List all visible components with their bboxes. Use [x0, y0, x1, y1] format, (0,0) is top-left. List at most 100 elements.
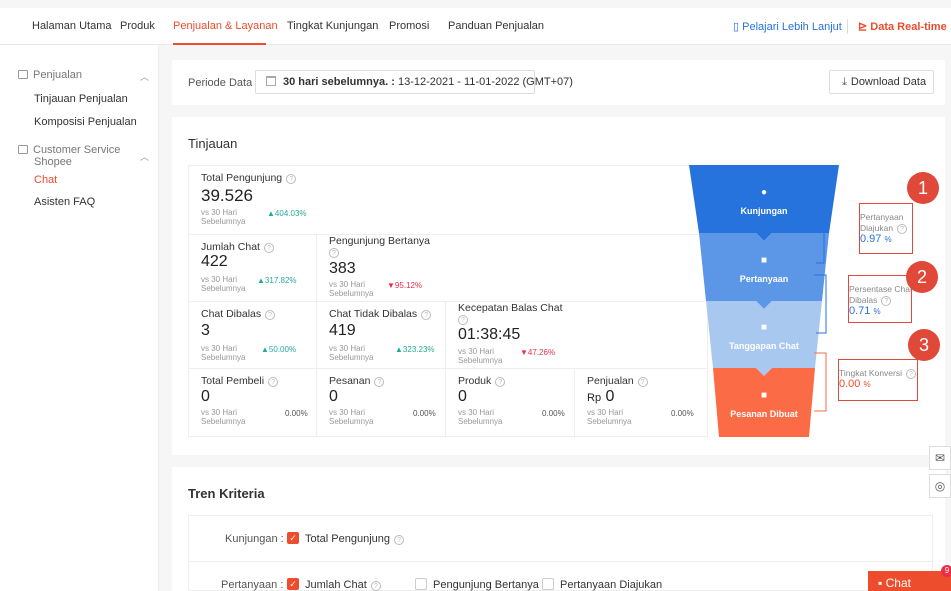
help-icon[interactable]: ? — [370, 581, 381, 591]
metric-value: 3 — [201, 322, 210, 339]
trend-row-pertanyaan: Pertanyaan : ✓ Jumlah Chat? Pengunjung B… — [189, 562, 932, 591]
help-icon[interactable]: ? — [268, 377, 279, 387]
currency-label: Rp — [587, 392, 602, 404]
help-icon[interactable]: ? — [265, 310, 276, 320]
metrics-row-4: Total Pembeli? 0 vs 30 Hari Sebelumnya 0… — [189, 369, 707, 437]
metric-label-text: Chat Dibalas — [201, 308, 262, 320]
metric-value: Rp 0 — [587, 388, 614, 406]
metric-label-text: Penjualan — [587, 375, 634, 387]
metric-label: Total Pembeli? — [201, 375, 279, 387]
learn-more-link[interactable]: ▯ Pelajari Lebih Lanjut — [733, 20, 842, 33]
metric-total-pengunjung: Total Pengunjung? 39.526 vs 30 Hari Sebe… — [189, 166, 329, 235]
highlight-box-3 — [838, 359, 918, 401]
overview-card: Tinjauan Total Pengunjung? 39.526 vs 30 … — [172, 117, 945, 455]
period-range-bold: 30 hari sebelumnya. : — [283, 76, 395, 88]
checkbox-label: Pertanyaan Diajukan — [560, 579, 663, 591]
download-data-button[interactable]: ⤓ Download Data — [829, 70, 934, 94]
chevron-up-icon[interactable]: ︿ — [140, 70, 149, 83]
callout-badge-2: 2 — [906, 261, 938, 293]
metric-label: Produk? — [458, 375, 506, 387]
trend-title: Tren Kriteria — [188, 486, 265, 501]
sidebar-item-komposisi[interactable]: Komposisi Penjualan — [34, 116, 137, 128]
help-icon[interactable]: ? — [458, 315, 468, 325]
chat-button[interactable]: ▪ Chat — [868, 571, 951, 591]
help-icon[interactable]: ? — [637, 377, 648, 387]
nav-produk[interactable]: Produk — [120, 20, 155, 32]
nav-penjualan-layanan[interactable]: Penjualan & Layanan — [173, 20, 278, 32]
metric-change: 0.00% — [285, 409, 308, 418]
metric-label-text: Kecepatan Balas Chat — [458, 302, 563, 314]
nav-tingkat-kunjungan[interactable]: Tingkat Kunjungan — [287, 20, 378, 32]
metric-vs-label: vs 30 Hari Sebelumnya — [329, 280, 374, 298]
help-icon[interactable]: ? — [263, 243, 274, 253]
funnel-stage-label: Pertanyaan — [739, 274, 789, 284]
metric-pesanan: Pesanan? 0 vs 30 Hari Sebelumnya 0.00% — [317, 369, 446, 437]
metrics-row-3: Chat Dibalas? 3 vs 30 Hari Sebelumnya ▲5… — [189, 302, 707, 369]
floating-support-button[interactable]: ◎ — [929, 474, 951, 498]
metric-value: 0 — [458, 388, 467, 405]
metrics-row-1: Total Pengunjung? 39.526 vs 30 Hari Sebe… — [189, 166, 707, 235]
metric-value: 39.526 — [201, 186, 253, 205]
sidebar-item-asisten-faq[interactable]: Asisten FAQ — [34, 196, 95, 208]
trend-criteria-box: Kunjungan : ✓ Total Pengunjung? Pertanya… — [188, 515, 933, 591]
funnel-stage-label: Tanggapan Chat — [729, 341, 799, 351]
highlight-box-2 — [848, 275, 912, 323]
help-icon[interactable]: ? — [394, 535, 405, 545]
metric-value: 422 — [201, 253, 228, 270]
realtime-data-link[interactable]: ⊵ Data Real-time — [858, 20, 947, 33]
sidebar-group-label: Customer Service — [33, 144, 121, 156]
connector-line — [814, 352, 827, 412]
nav-halaman-utama[interactable]: Halaman Utama — [32, 20, 111, 32]
download-label: Download Data — [850, 76, 927, 88]
metric-change: ▲404.03% — [267, 209, 307, 218]
sidebar-group-label: Penjualan — [33, 69, 82, 81]
calendar-icon — [266, 76, 276, 86]
checkbox-jumlah-chat[interactable]: ✓ — [287, 578, 299, 590]
book-icon: ▯ — [733, 21, 740, 33]
sidebar-group-customer-service[interactable]: Customer Service Shopee — [18, 144, 120, 168]
checkbox-pengunjung-bertanya[interactable] — [415, 578, 427, 590]
mail-icon: ✉ — [934, 451, 946, 465]
nav-divider — [847, 19, 848, 34]
callout-badge-3: 3 — [908, 329, 940, 361]
metric-chat-tidak-dibalas: Chat Tidak Dibalas? 419 vs 30 Hari Sebel… — [317, 302, 446, 369]
checkbox-total-pengunjung[interactable]: ✓ — [287, 532, 299, 544]
metric-value: 419 — [329, 322, 356, 339]
metric-label-text: Produk — [458, 375, 492, 387]
metric-penjualan: Penjualan? Rp 0 vs 30 Hari Sebelumnya 0.… — [575, 369, 707, 437]
chat-unread-badge: 9 — [941, 565, 951, 577]
checkbox-label: Jumlah Chat? — [305, 579, 381, 591]
nav-panduan-penjualan[interactable]: Panduan Penjualan — [448, 20, 544, 32]
metric-total-pembeli: Total Pembeli? 0 vs 30 Hari Sebelumnya 0… — [189, 369, 317, 437]
metric-vs-label: vs 30 Hari Sebelumnya — [201, 208, 246, 226]
metric-change: ▼47.26% — [520, 348, 556, 357]
metric-jumlah-chat: Jumlah Chat? 422 vs 30 Hari Sebelumnya ▲… — [189, 235, 317, 302]
metrics-grid: Total Pengunjung? 39.526 vs 30 Hari Sebe… — [188, 165, 708, 437]
nav-promosi[interactable]: Promosi — [389, 20, 429, 32]
trend-row-kunjungan: Kunjungan : ✓ Total Pengunjung? — [189, 516, 932, 562]
chevron-up-icon[interactable]: ︿ — [140, 150, 149, 163]
metric-label: Penjualan? — [587, 375, 648, 387]
metric-kecepatan-balas: Kecepatan Balas Chat? 01:38:45 vs 30 Har… — [446, 302, 576, 369]
help-icon[interactable]: ? — [329, 248, 339, 258]
metric-produk: Produk? 0 vs 30 Hari Sebelumnya 0.00% — [446, 369, 575, 437]
metric-label-text: Pesanan — [329, 375, 371, 387]
help-icon[interactable]: ? — [286, 174, 297, 184]
metric-change: 0.00% — [542, 409, 565, 418]
help-icon[interactable]: ? — [421, 310, 432, 320]
metric-label: Pesanan? — [329, 375, 385, 387]
sidebar-item-tinjauan[interactable]: Tinjauan Penjualan — [34, 93, 128, 105]
learn-more-label: Pelajari Lebih Lanjut — [742, 21, 842, 33]
metric-vs-label: vs 30 Hari Sebelumnya — [329, 344, 374, 362]
checkbox-pertanyaan-diajukan[interactable] — [542, 578, 554, 590]
floating-message-button[interactable]: ✉ — [929, 446, 951, 470]
metric-value: 0 — [201, 388, 210, 405]
period-selector[interactable]: 30 hari sebelumnya. : 13-12-2021 - 11-01… — [255, 70, 573, 94]
period-label: Periode Data — [188, 77, 253, 89]
help-icon[interactable]: ? — [374, 377, 385, 387]
help-icon[interactable]: ? — [495, 377, 506, 387]
sidebar-item-chat[interactable]: Chat — [34, 174, 57, 186]
metric-label-text: Jumlah Chat — [201, 241, 260, 253]
highlight-box-1 — [859, 203, 913, 254]
sidebar-group-penjualan[interactable]: Penjualan — [18, 69, 82, 81]
